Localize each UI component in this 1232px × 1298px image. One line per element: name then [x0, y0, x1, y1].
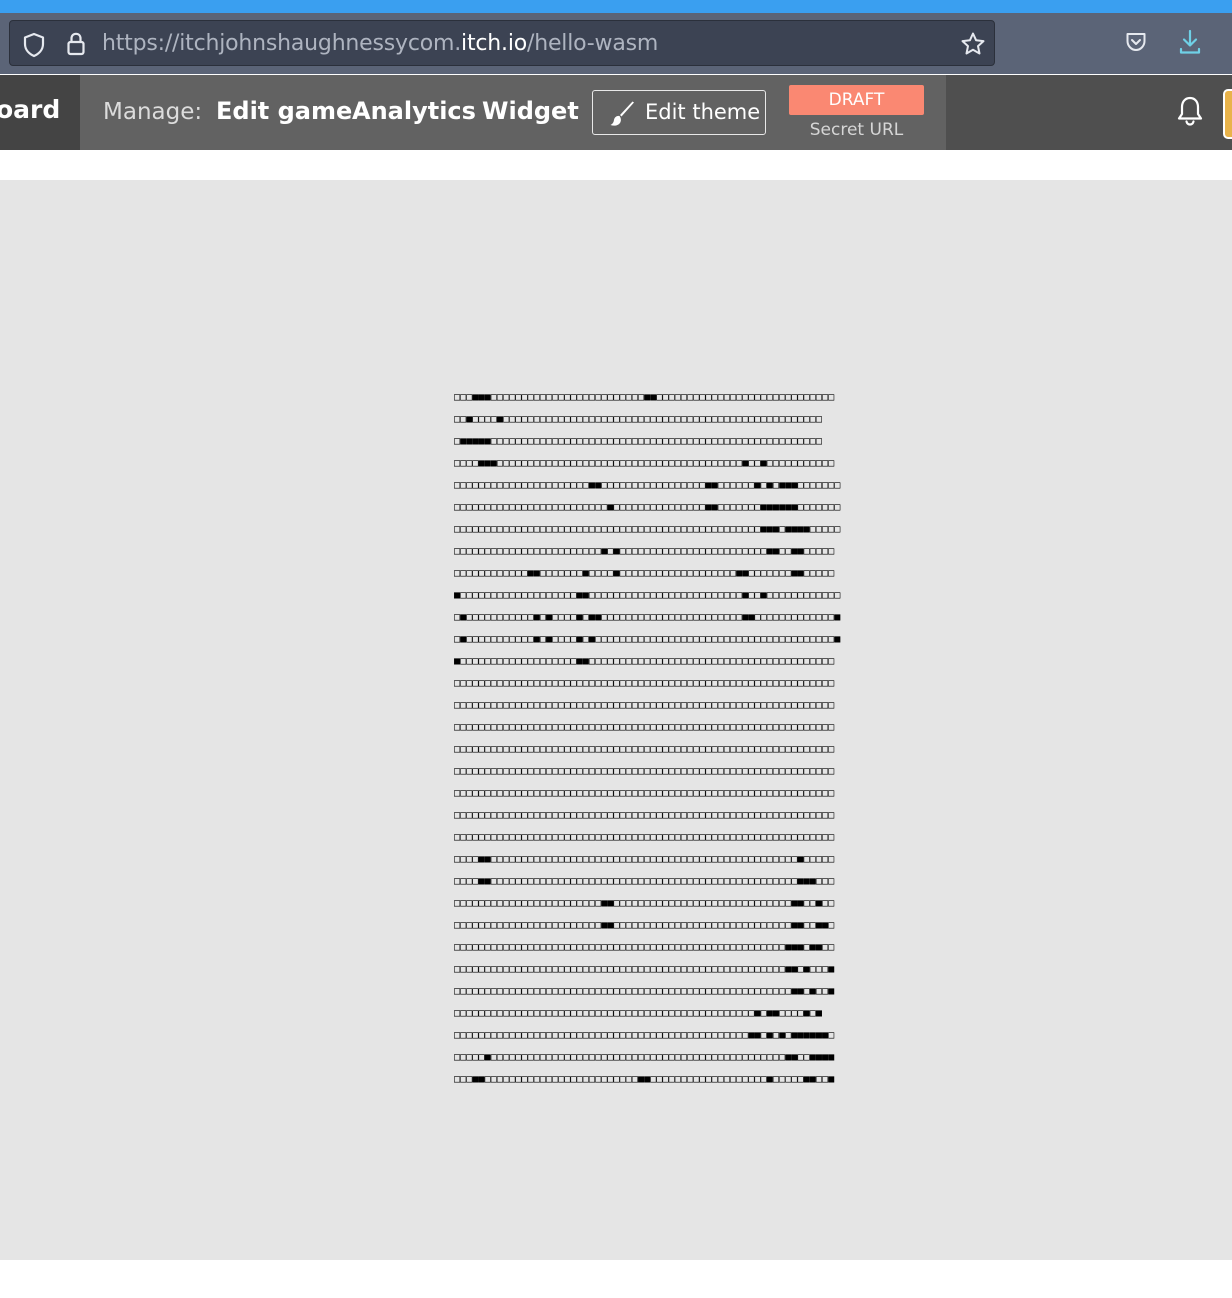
grid-row: □□□□■■■□□□□□□□□□□□□□□□□□□□□□□□□□□□□□□□□□…	[454, 458, 835, 469]
grid-row: □□□□□□□□□□□□□□□□□□□□□□□□□□□□□□□□□□□□□□□□…	[454, 964, 835, 975]
bookmark-star-icon[interactable]	[960, 31, 986, 61]
grid-row: □□□■■■□□□□□□□□□□□□□□□□□□□□□□□□□■■□□□□□□□…	[454, 392, 835, 403]
grid-row: □□□□■■□□□□□□□□□□□□□□□□□□□□□□□□□□□□□□□□□□…	[454, 854, 835, 865]
grid-row: □□□□□□□□□□□□□□□□□□□□□□□□■■□□□□□□□□□□□□□□…	[454, 898, 835, 909]
paintbrush-icon	[609, 100, 637, 132]
notifications-bell-icon[interactable]	[1174, 94, 1206, 132]
dashboard-label: oard	[0, 95, 61, 124]
grid-row: □□□□□□□□□□□□□□□□□□□□□□■■□□□□□□□□□□□□□□□□…	[454, 480, 841, 491]
grid-row: □□□■■□□□□□□□□□□□□□□□□□□□□□□□□□■■□□□□□□□□…	[454, 1074, 835, 1085]
grid-row: □□□□□□□□□□□□□□□□□□□□□□□□□□□□□□□□□□□□□□□□…	[454, 1008, 823, 1019]
grid-row: □□□□□□□□□□□□□□□□□□□□□□□□□■□□□□□□□□□□□□□□…	[454, 502, 841, 513]
url-text[interactable]: https://itchjohnshaughnessycom.itch.io/h…	[102, 31, 658, 56]
url-prefix: https://itchjohnshaughnessycom.	[102, 31, 462, 56]
grid-row: ■□□□□□□□□□□□□□□□□□□□■■□□□□□□□□□□□□□□□□□□…	[454, 590, 841, 601]
manage-label: Manage:	[103, 99, 203, 125]
grid-row: □□□□□□□□□□□□□□□□□□□□□□□□□□□□□□□□□□□□□□□□…	[454, 722, 835, 733]
grid-row: □□□□□□□□□□□□□□□□□□□□□□□□□□□□□□□□□□□□□□□□…	[454, 1030, 835, 1041]
grid-row: □■□□□□□□□□□□□■□■□□□□■□■■□□□□□□□□□□□□□□□□…	[454, 612, 841, 623]
grid-row: □□□□□□□□□□□□□□□□□□□□□□□□□□□□□□□□□□□□□□□□…	[454, 832, 835, 843]
grid-row: □□□□■■□□□□□□□□□□□□□□□□□□□□□□□□□□□□□□□□□□…	[454, 876, 835, 887]
analytics-link[interactable]: Analytics	[352, 97, 476, 125]
grid-row: □□□□□□□□□□□□□□□□□□□□□□□□□□□□□□□□□□□□□□□□…	[454, 744, 835, 755]
widget-link[interactable]: Widget	[482, 97, 579, 125]
game-cell-grid[interactable]: □□□■■■□□□□□□□□□□□□□□□□□□□□□□□□□■■□□□□□□□…	[454, 387, 840, 1091]
grid-row: □□■□□□□■□□□□□□□□□□□□□□□□□□□□□□□□□□□□□□□□…	[454, 414, 823, 425]
itch-user-navbar: oard Manage: Edit game Analytics Widget …	[0, 75, 1232, 150]
dashboard-link[interactable]: oard	[0, 75, 80, 150]
download-icon[interactable]	[1177, 28, 1203, 60]
url-path: /hello-wasm	[527, 31, 659, 56]
grid-row: ■□□□□□□□□□□□□□□□□□□□■■□□□□□□□□□□□□□□□□□□…	[454, 656, 835, 667]
grid-row: □□□□□□□□□□□□□□□□□□□□□□□□□□□□□□□□□□□□□□□□…	[454, 524, 841, 535]
grid-row: □■■■■■□□□□□□□□□□□□□□□□□□□□□□□□□□□□□□□□□□…	[454, 436, 823, 447]
grid-row: □□□□□□□□□□□□□□□□□□□□□□□□□□□□□□□□□□□□□□□□…	[454, 766, 835, 777]
grid-row: □□□□□■□□□□□□□□□□□□□□□□□□□□□□□□□□□□□□□□□□…	[454, 1052, 835, 1063]
grid-row: □□□□□□□□□□□□□□□□□□□□□□□□□□□□□□□□□□□□□□□□…	[454, 942, 835, 953]
edit-theme-button[interactable]: Edit theme	[592, 90, 766, 135]
grid-row: □□□□□□□□□□□□□□□□□□□□□□□□□□□□□□□□□□□□□□□□…	[454, 678, 835, 689]
draft-badge: DRAFT	[789, 85, 924, 115]
user-avatar[interactable]	[1223, 89, 1232, 139]
lock-icon[interactable]	[66, 31, 86, 61]
url-domain: itch.io	[461, 31, 527, 56]
secret-url-link[interactable]: Secret URL	[789, 120, 924, 140]
edit-game-link[interactable]: Edit game	[216, 97, 352, 125]
shield-icon[interactable]	[22, 32, 46, 62]
manage-panel: Manage: Edit game Analytics Widget Edit …	[80, 75, 946, 150]
grid-row: □□□□□□□□□□□□□□□□□□□□□□□□□□□□□□□□□□□□□□□□…	[454, 986, 835, 997]
grid-row: □□□□□□□□□□□□□□□□□□□□□□□□■□■□□□□□□□□□□□□□…	[454, 546, 835, 557]
browser-toolbar: https://itchjohnshaughnessycom.itch.io/h…	[0, 13, 1232, 74]
grid-row: □□□□□□□□□□□□■■□□□□□□□■□□□□■□□□□□□□□□□□□□…	[454, 568, 835, 579]
edit-theme-label: Edit theme	[645, 100, 761, 124]
grid-row: □■□□□□□□□□□□□■□■□□□□■□■□□□□□□□□□□□□□□□□□…	[454, 634, 841, 645]
grid-row: □□□□□□□□□□□□□□□□□□□□□□□□□□□□□□□□□□□□□□□□…	[454, 810, 835, 821]
grid-row: □□□□□□□□□□□□□□□□□□□□□□□□■■□□□□□□□□□□□□□□…	[454, 920, 835, 931]
grid-row: □□□□□□□□□□□□□□□□□□□□□□□□□□□□□□□□□□□□□□□□…	[454, 788, 835, 799]
browser-top-strip	[0, 0, 1232, 14]
url-bar[interactable]: https://itchjohnshaughnessycom.itch.io/h…	[9, 20, 995, 66]
grid-row: □□□□□□□□□□□□□□□□□□□□□□□□□□□□□□□□□□□□□□□□…	[454, 700, 835, 711]
pocket-icon[interactable]	[1124, 30, 1148, 58]
